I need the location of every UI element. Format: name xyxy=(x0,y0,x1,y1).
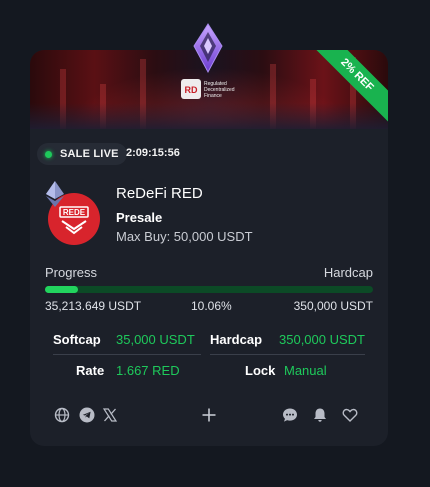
softcap-label: Softcap xyxy=(53,332,101,347)
hardcap-stat-value: 350,000 USDT xyxy=(279,332,365,347)
telegram-icon[interactable] xyxy=(79,407,95,423)
sale-countdown: 2:09:15:56 xyxy=(126,147,180,159)
svg-text:REDE: REDE xyxy=(63,208,86,217)
raised-amount: 35,213.649 USDT xyxy=(45,299,142,313)
heart-icon[interactable] xyxy=(342,407,358,423)
live-indicator-dot xyxy=(45,150,52,158)
hardcap-label: Hardcap xyxy=(323,265,373,280)
stats-divider-right xyxy=(210,354,365,355)
sale-status-label: SALE LIVE xyxy=(60,148,119,160)
chat-icon[interactable] xyxy=(282,407,298,423)
progress-label: Progress xyxy=(45,265,98,280)
platform-gem-icon xyxy=(193,23,223,74)
rate-label: Rate xyxy=(76,363,105,378)
progress-bar xyxy=(45,286,373,293)
redefi-banner-logo-icon: RD xyxy=(181,79,201,99)
sale-stage: Presale xyxy=(116,210,163,225)
svg-text:RD: RD xyxy=(185,85,198,95)
banner-tagline: Regulated Decentralized Finance xyxy=(204,81,235,99)
softcap-value: 35,000 USDT xyxy=(116,332,195,347)
sale-live-badge: SALE LIVE xyxy=(37,143,127,165)
hardcap-amount: 350,000 USDT xyxy=(293,299,373,313)
lock-label: Lock xyxy=(245,363,276,378)
x-icon[interactable] xyxy=(102,407,118,423)
ethereum-icon xyxy=(46,181,64,207)
lock-value: Manual xyxy=(284,363,327,378)
globe-icon[interactable] xyxy=(54,407,70,423)
presale-card[interactable]: RD Regulated Decentralized Finance 2% RE… xyxy=(30,50,388,446)
token-name[interactable]: ReDeFi RED xyxy=(116,185,203,202)
max-buy: Max Buy: 50,000 USDT xyxy=(116,229,253,244)
rate-value: 1.667 RED xyxy=(116,363,180,378)
progress-percent: 10.06% xyxy=(191,299,232,313)
stats-divider-left xyxy=(53,354,201,355)
plus-icon[interactable] xyxy=(201,407,217,423)
bell-icon[interactable] xyxy=(312,407,328,423)
progress-fill xyxy=(45,286,78,293)
hardcap-stat-label: Hardcap xyxy=(210,332,263,347)
